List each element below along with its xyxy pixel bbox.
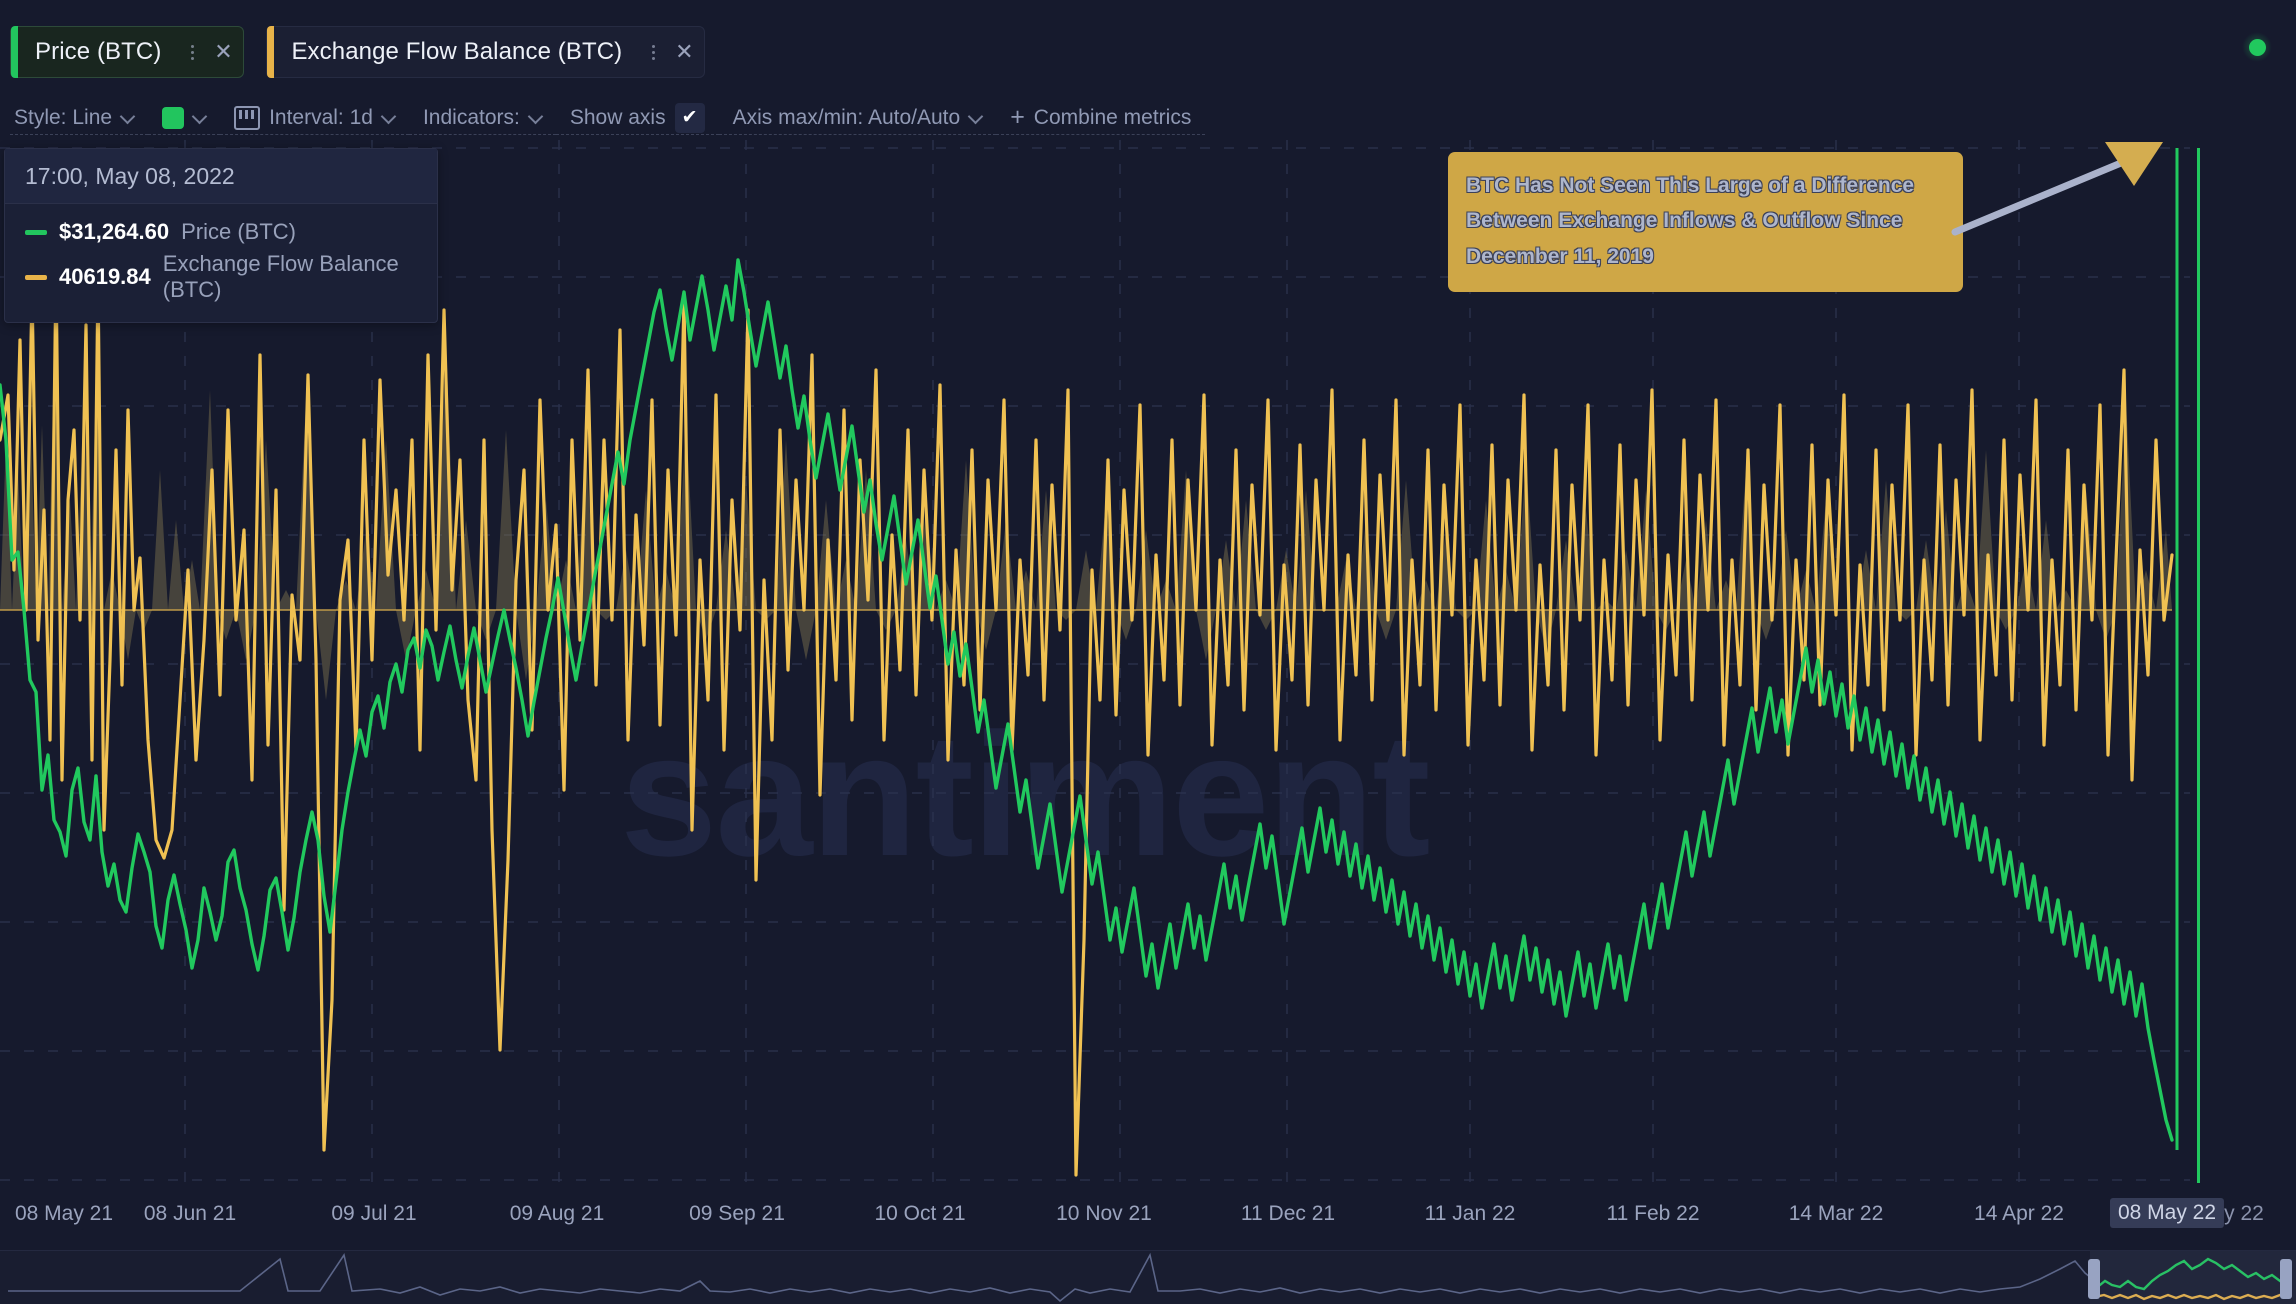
chevron-down-icon — [382, 111, 395, 124]
chevron-down-icon — [969, 111, 982, 124]
chart-toolbar: Style: Line Interval: 1d Indicators: Sho… — [0, 96, 2296, 140]
navigator-handle-left[interactable] — [2088, 1259, 2100, 1299]
color-swatch-icon — [162, 106, 185, 129]
chart-navigator[interactable] — [0, 1250, 2296, 1304]
y-axis[interactable]: 68.2K 63.4K 58.5K 53.7K 48.8K 44K 39.1K … — [2195, 140, 2296, 1245]
chevron-down-icon — [193, 111, 206, 124]
top-bar: Price (BTC) ✕ Exchange Flow Balance (BTC… — [0, 0, 2296, 90]
x-selected-date-badge: 08 May 22 — [2109, 1198, 2225, 1228]
annotation-line-3: December 11, 2019 — [1466, 244, 1654, 268]
tooltip-row-exchange-flow: 40619.84 Exchange Flow Balance (BTC) — [25, 248, 417, 306]
chevron-down-icon — [121, 111, 134, 124]
series-price-line — [0, 258, 2174, 1142]
metric-tabs: Price (BTC) ✕ Exchange Flow Balance (BTC… — [10, 26, 706, 78]
close-icon[interactable]: ✕ — [664, 26, 704, 78]
plus-icon: + — [1010, 103, 1025, 131]
legend-dash-exchange-flow — [25, 274, 47, 280]
tab-label-price: Price (BTC) — [35, 38, 162, 65]
annotation-line-2: Between Exchange Inflows & Outflow Since — [1466, 209, 1903, 233]
tooltip-rows: $31,264.60 Price (BTC) 40619.84 Exchange… — [5, 204, 437, 322]
check-icon: ✔ — [681, 107, 698, 128]
x-tick-partial: y 22 — [2224, 1202, 2264, 1225]
chart-application: Price (BTC) ✕ Exchange Flow Balance (BTC… — [0, 0, 2296, 1304]
kebab-menu-icon[interactable] — [642, 36, 664, 68]
indicators-label: Indicators: — [422, 105, 520, 129]
chart-axis-icon — [234, 105, 261, 130]
x-tick-0: 08 May 21 — [14, 1202, 114, 1225]
tooltip-name-price: Price (BTC) — [181, 219, 296, 244]
tab-accent-exchange-flow — [267, 26, 275, 78]
chevron-down-icon — [529, 111, 542, 124]
combine-metrics-button[interactable]: + Combine metrics — [996, 101, 1206, 135]
axis-minmax-label: Axis max/min: Auto/Auto — [732, 105, 961, 129]
x-tick-3: 09 Aug 21 — [509, 1202, 605, 1225]
x-tick-1: 08 Jun 21 — [143, 1202, 237, 1225]
tooltip-name-exchange-flow: Exchange Flow Balance (BTC) — [162, 251, 399, 302]
indicators-selector[interactable]: Indicators: — [408, 101, 556, 135]
show-axis-label: Show axis — [569, 105, 666, 129]
navigator-preview — [8, 1252, 2289, 1303]
interval-label: Interval: 1d — [269, 105, 373, 129]
show-axis-checkbox[interactable]: ✔ — [674, 102, 705, 133]
navigator-selection[interactable] — [2090, 1251, 2296, 1304]
combine-metrics-label: Combine metrics — [1033, 105, 1192, 129]
x-tick-6: 10 Nov 21 — [1056, 1202, 1152, 1225]
tooltip-value-exchange-flow: 40619.84 — [59, 264, 151, 289]
tab-price-btc[interactable]: Price (BTC) ✕ — [10, 26, 245, 78]
status-indicator[interactable] — [2240, 30, 2274, 64]
tab-accent-price — [11, 26, 18, 78]
color-selector[interactable] — [148, 101, 221, 135]
legend-dash-price — [25, 229, 47, 235]
show-axis-toggle[interactable]: Show axis ✔ — [555, 101, 719, 135]
style-label: Style: Line — [14, 105, 113, 129]
kebab-menu-icon[interactable] — [181, 36, 203, 68]
tab-exchange-flow-balance[interactable]: Exchange Flow Balance (BTC) ✕ — [266, 26, 706, 78]
x-tick-5: 10 Oct 21 — [874, 1202, 966, 1225]
close-icon[interactable]: ✕ — [203, 26, 243, 78]
x-tick-8: 11 Jan 22 — [1424, 1202, 1516, 1225]
chart-tooltip: 17:00, May 08, 2022 $31,264.60 Price (BT… — [4, 148, 438, 323]
annotation-arrow-line — [1951, 154, 2137, 236]
x-tick-11: 14 Apr 22 — [1974, 1202, 2064, 1225]
x-tick-9: 11 Feb 22 — [1606, 1202, 1700, 1225]
status-dot-icon — [2248, 38, 2266, 56]
annotation-arrow — [1951, 142, 2163, 236]
x-tick-4: 09 Sep 21 — [689, 1202, 785, 1225]
interval-selector[interactable]: Interval: 1d — [220, 101, 409, 135]
chart-annotation[interactable]: BTC Has Not Seen This Large of a Differe… — [1448, 152, 1963, 292]
tooltip-value-price: $31,264.60 — [59, 219, 170, 244]
tooltip-date: 17:00, May 08, 2022 — [5, 149, 437, 204]
style-selector[interactable]: Style: Line — [10, 101, 149, 135]
x-axis[interactable]: 08 May 21 08 Jun 21 09 Jul 21 09 Aug 21 … — [0, 1196, 2296, 1246]
axis-minmax-selector[interactable]: Axis max/min: Auto/Auto — [718, 101, 997, 135]
chart-plot-area[interactable]: santiment 17:00, May 08, 2022 $31,264.60… — [0, 140, 2296, 1245]
x-tick-2: 09 Jul 21 — [331, 1202, 417, 1225]
tooltip-row-price: $31,264.60 Price (BTC) — [25, 216, 417, 248]
x-tick-10: 14 Mar 22 — [1788, 1202, 1884, 1225]
annotation-line-1: BTC Has Not Seen This Large of a Differe… — [1466, 174, 1915, 197]
tab-label-exchange-flow: Exchange Flow Balance (BTC) — [291, 38, 623, 65]
x-tick-7: 11 Dec 21 — [1240, 1202, 1336, 1225]
navigator-handle-right[interactable] — [2280, 1259, 2292, 1299]
